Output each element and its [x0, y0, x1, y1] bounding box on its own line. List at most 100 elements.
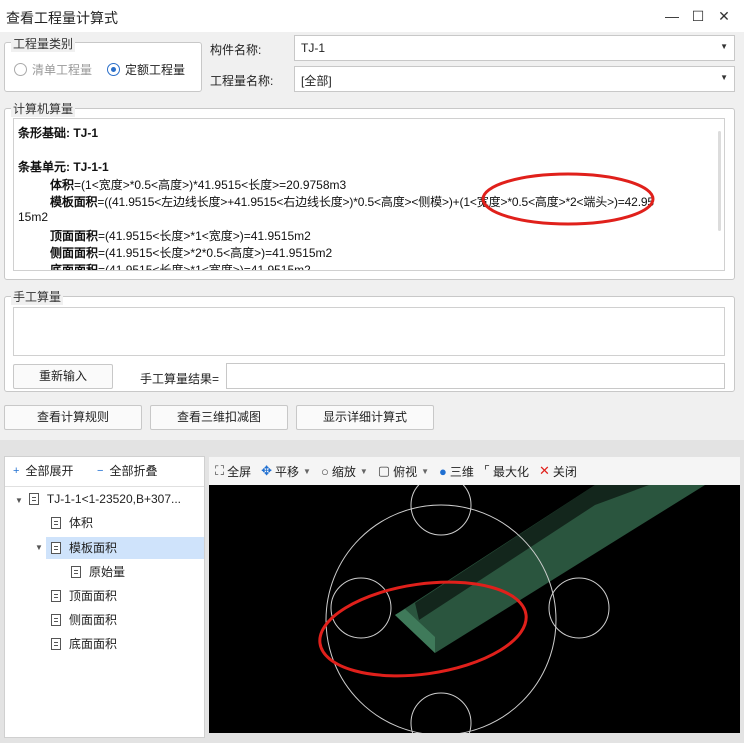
- view-3d-button[interactable]: 查看三维扣减图: [150, 405, 288, 430]
- pan-label: 平移: [275, 464, 300, 479]
- view-rules-button[interactable]: 查看计算规则: [4, 405, 142, 430]
- manual-legend: 手工算量: [11, 288, 64, 305]
- close-icon: ✕: [538, 463, 550, 478]
- divider: [5, 486, 204, 487]
- computer-legend: 计算机算量: [11, 100, 76, 117]
- maximize-icon: ⌜: [483, 463, 490, 478]
- pile-circle: [548, 577, 610, 639]
- three-d-label: 三维: [449, 464, 474, 479]
- tree-item-label: 顶面面积: [69, 589, 118, 603]
- component-label: 构件名称:: [210, 43, 262, 57]
- close-view-button[interactable]: ✕ 关闭: [539, 459, 577, 483]
- pile-circle: [330, 577, 392, 639]
- formula-scrollbar[interactable]: [718, 131, 721, 231]
- formula-line: 顶面面积=(41.9515<长度>*1<宽度>)=41.9515m2: [50, 229, 311, 243]
- document-icon: [28, 493, 39, 505]
- formula-line: 底面面积=(41.9515<长度>*1<宽度>)=41.9515m2: [50, 263, 311, 271]
- collapse-icon: −: [97, 464, 104, 477]
- document-icon: [51, 542, 61, 554]
- formula-line: 侧面面积=(41.9515<长度>*2*0.5<高度>)=41.9515m2: [50, 246, 333, 260]
- tree-item-label: 底面面积: [69, 637, 118, 651]
- zoom-button[interactable]: ○ 缩放 ▼: [321, 459, 368, 483]
- three-d-button[interactable]: ● 三维: [439, 459, 474, 483]
- tree-item-root[interactable]: ▼ TJ-1-1<1-23520,B+307...: [15, 488, 181, 510]
- maximize-button[interactable]: ☐: [688, 6, 708, 26]
- radio-quota-icon: [107, 63, 120, 76]
- expand-all-button[interactable]: + 全部展开: [13, 462, 73, 479]
- annotation-ellipse-formula: [481, 172, 655, 226]
- show-detail-button[interactable]: 显示详细计算式: [296, 405, 434, 430]
- sphere-icon: ●: [439, 463, 447, 479]
- chevron-down-icon: ▼: [303, 466, 311, 476]
- fullscreen-icon: ⛶: [215, 463, 225, 478]
- pan-icon: ✥: [261, 463, 273, 478]
- top-view-label: 俯视: [393, 464, 418, 479]
- tree-panel: + 全部展开 − 全部折叠 ▼ TJ-1-1<1-23520,B+307... 体…: [4, 456, 205, 738]
- chevron-down-icon: ▼: [720, 73, 728, 82]
- quantity-label: 工程量名称:: [210, 74, 274, 88]
- close-label: 关闭: [552, 464, 577, 479]
- zoom-label: 缩放: [331, 464, 356, 479]
- reenter-button[interactable]: 重新输入: [13, 364, 113, 389]
- tree-item-label: 侧面面积: [69, 613, 118, 627]
- window-title: 查看工程量计算式: [6, 10, 118, 26]
- chevron-down-icon: ▼: [421, 466, 429, 476]
- chevron-down-icon: ▼: [720, 42, 728, 51]
- fullscreen-label: 全屏: [227, 464, 252, 479]
- radio-list-quantity[interactable]: 清单工程量: [14, 61, 92, 78]
- document-icon: [51, 614, 61, 626]
- tree-item-bottom-area[interactable]: 底面面积: [51, 633, 117, 655]
- component-select[interactable]: TJ-1 ▼: [294, 35, 735, 61]
- manual-result-input[interactable]: [226, 363, 725, 389]
- pile-circle: [410, 692, 472, 743]
- expand-arrow-icon[interactable]: ▼: [35, 543, 43, 552]
- document-icon: [51, 590, 61, 602]
- radio-quota-label: 定额工程量: [125, 63, 186, 77]
- chevron-down-icon: ▼: [359, 466, 368, 476]
- quantity-value: [全部]: [301, 74, 332, 88]
- collapse-all-button[interactable]: − 全部折叠: [97, 462, 157, 479]
- pan-button[interactable]: ✥ 平移 ▼: [261, 459, 311, 483]
- fullscreen-button[interactable]: ⛶ 全屏: [215, 459, 251, 483]
- viewport-drawing: [318, 474, 705, 743]
- pile-circle: [410, 474, 472, 536]
- maximize-label: 最大化: [492, 464, 529, 479]
- tree-item-top-area[interactable]: 顶面面积: [51, 585, 117, 607]
- manual-result-label: 手工算量结果=: [140, 372, 220, 386]
- formula-line: 15m2: [18, 210, 49, 224]
- component-value: TJ-1: [301, 41, 325, 55]
- cube-icon: ▢: [377, 463, 391, 478]
- top-view-button[interactable]: ▢ 俯视 ▼: [378, 459, 429, 483]
- document-icon: [51, 638, 61, 650]
- tree-item-label: 模板面积: [69, 541, 118, 555]
- formula-line: 体积=(1<宽度>*0.5<高度>)*41.9515<长度>=20.9758m3: [50, 178, 347, 192]
- magnifier-icon: ○: [320, 463, 329, 479]
- tree-root-label: TJ-1-1<1-23520,B+307...: [46, 492, 182, 506]
- tree-item-label: 原始量: [89, 565, 126, 579]
- three-d-viewport[interactable]: [209, 474, 740, 743]
- tree-item-label: 体积: [69, 516, 94, 530]
- collapse-all-label: 全部折叠: [109, 464, 158, 478]
- tree-item-side-area[interactable]: 侧面面积: [51, 609, 117, 631]
- minimize-button[interactable]: —: [662, 6, 682, 26]
- expand-all-label: 全部展开: [25, 464, 74, 478]
- manual-input-area[interactable]: [13, 307, 725, 356]
- formula-line: 条基单元: TJ-1-1: [18, 160, 109, 174]
- category-legend: 工程量类别: [11, 35, 76, 52]
- document-icon: [71, 566, 81, 578]
- radio-quota-quantity[interactable]: 定额工程量: [107, 61, 185, 78]
- beam-body: [395, 485, 705, 653]
- expand-arrow-icon: ▼: [15, 496, 23, 505]
- viewer-toolbar: ⛶ 全屏 ✥ 平移 ▼ ○ 缩放 ▼ ▢ 俯视 ▼ ● 三维 ⌜ 最大化 ✕ 关闭: [209, 457, 740, 485]
- quantity-select[interactable]: [全部] ▼: [294, 66, 735, 92]
- document-icon: [51, 517, 61, 529]
- tree-item-original[interactable]: 原始量: [71, 561, 125, 583]
- expand-icon: +: [13, 464, 20, 477]
- radio-list-label: 清单工程量: [32, 63, 93, 77]
- close-window-button[interactable]: ✕: [714, 6, 734, 26]
- radio-list-icon: [14, 63, 27, 76]
- maximize-view-button[interactable]: ⌜ 最大化: [484, 459, 529, 483]
- tree-item-formwork[interactable]: 模板面积: [46, 537, 204, 559]
- formula-line: 条形基础: TJ-1: [18, 126, 99, 140]
- tree-item-volume[interactable]: 体积: [51, 512, 93, 534]
